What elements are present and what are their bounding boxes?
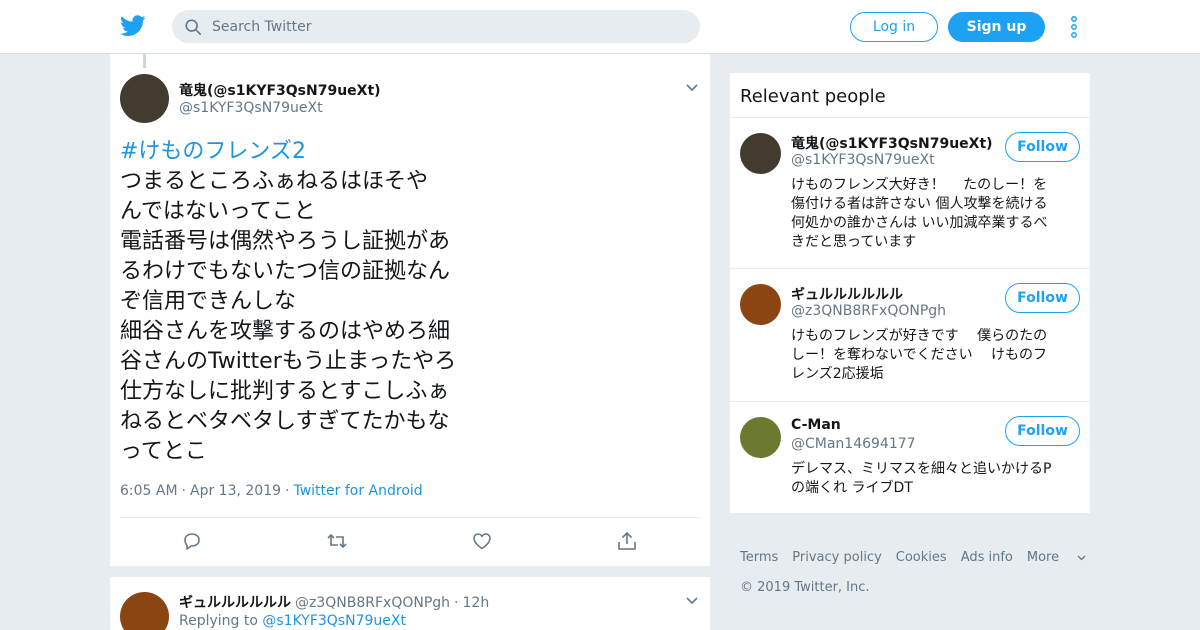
bio-line: デレマス、ミリマスを細々と追いかけるP bbox=[791, 461, 1052, 477]
bio-line: けものフレンズ大好き！ たのしー！を bbox=[791, 177, 1048, 193]
separator-dot: · bbox=[454, 595, 459, 611]
person-handle[interactable]: @CMan14694177 bbox=[791, 436, 916, 452]
follow-button[interactable]: Follow bbox=[1005, 283, 1080, 313]
tweet-text-line: 電話番号は偶然やろうし証拠があ bbox=[120, 229, 451, 254]
footer-link-ads-info[interactable]: Ads info bbox=[961, 550, 1013, 565]
chevron-down-icon[interactable] bbox=[685, 596, 699, 606]
author-handle[interactable]: @s1KYF3QsN79ueXt bbox=[179, 100, 323, 116]
tweet-card: 竜鬼(@s1KYF3QsN79ueXt) @s1KYF3QsN79ueXt #け… bbox=[110, 54, 710, 566]
separator-dot: · bbox=[181, 483, 186, 499]
retweet-icon bbox=[327, 533, 347, 549]
search-bar[interactable] bbox=[172, 10, 700, 43]
replying-to: Replying to @s1KYF3QsN79ueXt bbox=[179, 613, 406, 629]
reply-button[interactable] bbox=[181, 530, 203, 552]
person-bio: けものフレンズが好きです 僕らのたの しー！を奪わないでください けものフ レン… bbox=[791, 327, 1077, 384]
replying-to-link[interactable]: @s1KYF3QsN79ueXt bbox=[262, 613, 406, 629]
tweet-metadata: 6:05 AM · Apr 13, 2019 · Twitter for Android bbox=[120, 483, 423, 499]
tweet-source-link[interactable]: Twitter for Android bbox=[293, 483, 422, 499]
footer-link-privacy[interactable]: Privacy policy bbox=[792, 550, 881, 565]
tweet-text-line: 仕方なしに批判するとすこしふぁ bbox=[120, 379, 450, 404]
retweet-button[interactable] bbox=[326, 530, 348, 552]
tweet-text-line: ねるとベタベタしすぎてたかもな bbox=[120, 409, 450, 434]
person-item: 竜鬼(@s1KYF3QsN79ueXt) @s1KYF3QsN79ueXt Fo… bbox=[730, 117, 1090, 268]
replying-label: Replying to bbox=[179, 613, 258, 629]
avatar[interactable] bbox=[740, 133, 781, 174]
bio-line: きだと思っています bbox=[791, 234, 917, 250]
footer-links: Terms Privacy policy Cookies Ads info More bbox=[740, 550, 1100, 565]
person-bio: けものフレンズ大好き！ たのしー！を 傷付ける者は許さない 個人攻撃を続ける 何… bbox=[791, 176, 1077, 252]
twitter-bird-icon[interactable] bbox=[120, 14, 146, 38]
author-name[interactable]: ギュルルルルルル bbox=[179, 595, 291, 611]
follow-button[interactable]: Follow bbox=[1005, 416, 1080, 446]
heart-icon bbox=[473, 533, 491, 550]
person-name[interactable]: 竜鬼(@s1KYF3QsN79ueXt) bbox=[791, 133, 993, 153]
divider bbox=[120, 517, 700, 518]
avatar[interactable] bbox=[740, 284, 781, 325]
person-name[interactable]: C-Man bbox=[791, 417, 841, 433]
person-handle[interactable]: @z3QNB8RFxQONPgh bbox=[791, 303, 946, 319]
reply-icon bbox=[184, 533, 200, 550]
share-icon bbox=[618, 531, 636, 550]
person-handle[interactable]: @s1KYF3QsN79ueXt bbox=[791, 152, 935, 168]
search-input[interactable] bbox=[212, 18, 682, 35]
footer-link-cookies[interactable]: Cookies bbox=[896, 550, 947, 565]
avatar[interactable] bbox=[120, 592, 169, 630]
footer-link-terms[interactable]: Terms bbox=[740, 550, 778, 565]
tweet-text-line: 谷さんのTwitterもう止まったやろ bbox=[120, 349, 457, 374]
tweet-text: #けものフレンズ2 つまるところふぁねるはほそや んではないってこと 電話番号は… bbox=[120, 137, 590, 467]
search-icon bbox=[185, 18, 202, 35]
person-item: ギュルルルルルル @z3QNB8RFxQONPgh Follow けものフレンズ… bbox=[730, 268, 1090, 401]
thread-connector bbox=[143, 54, 146, 68]
tweet-text-line: ってとこ bbox=[120, 439, 207, 464]
tweet-age[interactable]: 12h bbox=[463, 595, 490, 611]
author-handle[interactable]: @z3QNB8RFxQONPgh bbox=[295, 595, 450, 611]
separator-dot: · bbox=[285, 483, 290, 499]
tweet-text-line: んではないってこと bbox=[120, 199, 316, 224]
top-nav: Log in Sign up bbox=[0, 0, 1200, 54]
hashtag-link[interactable]: #けものフレンズ2 bbox=[120, 137, 590, 167]
like-button[interactable] bbox=[471, 530, 493, 552]
more-vertical-icon[interactable] bbox=[1068, 15, 1080, 39]
signup-button[interactable]: Sign up bbox=[948, 12, 1045, 42]
tweet-text-line: 細谷さんを攻撃するのはやめろ細 bbox=[120, 319, 451, 344]
share-button[interactable] bbox=[616, 530, 638, 552]
person-name[interactable]: ギュルルルルルル bbox=[791, 284, 903, 304]
tweet-date[interactable]: Apr 13, 2019 bbox=[190, 483, 281, 499]
person-item: C-Man @CMan14694177 Follow デレマス、ミリマスを細々と… bbox=[730, 401, 1090, 513]
footer-more-button[interactable]: More bbox=[1027, 550, 1086, 565]
tweet-text-line: つまるところふぁねるはほそや bbox=[120, 169, 429, 194]
reply-header: ギュルルルルルル @z3QNB8RFxQONPgh · 12h bbox=[179, 592, 489, 612]
bio-line: しー！を奪わないでください けものフ bbox=[791, 347, 1048, 363]
bio-line: レンズ2応援垢 bbox=[791, 366, 884, 382]
bio-line: 傷付ける者は許さない 個人攻撃を続ける bbox=[791, 196, 1048, 212]
avatar[interactable] bbox=[120, 74, 169, 123]
tweet-text-line: ぞ信用できんしな bbox=[120, 289, 297, 314]
relevant-people-panel: Relevant people 竜鬼(@s1KYF3QsN79ueXt) @s1… bbox=[730, 73, 1090, 513]
person-bio: デレマス、ミリマスを細々と追いかけるP の端くれ ライブDT bbox=[791, 460, 1077, 498]
bio-line: の端くれ ライブDT bbox=[791, 480, 913, 496]
tweet-time[interactable]: 6:05 AM bbox=[120, 483, 178, 499]
chevron-down-icon bbox=[1077, 555, 1086, 560]
chevron-down-icon[interactable] bbox=[685, 83, 699, 93]
avatar[interactable] bbox=[740, 417, 781, 458]
copyright: © 2019 Twitter, Inc. bbox=[740, 580, 870, 595]
panel-title: Relevant people bbox=[740, 86, 886, 107]
bio-line: けものフレンズが好きです 僕らのたの bbox=[791, 328, 1048, 344]
follow-button[interactable]: Follow bbox=[1005, 132, 1080, 162]
footer-more-label: More bbox=[1026, 550, 1060, 565]
reply-tweet-card[interactable]: ギュルルルルルル @z3QNB8RFxQONPgh · 12h Replying to… bbox=[110, 577, 710, 630]
tweet-text-line: るわけでもないたつ信の証拠なん bbox=[120, 259, 451, 284]
author-name[interactable]: 竜鬼(@s1KYF3QsN79ueXt) bbox=[179, 80, 381, 100]
bio-line: 何処かの誰かさんは いい加減卒業するべ bbox=[791, 215, 1048, 231]
login-button[interactable]: Log in bbox=[850, 12, 938, 42]
